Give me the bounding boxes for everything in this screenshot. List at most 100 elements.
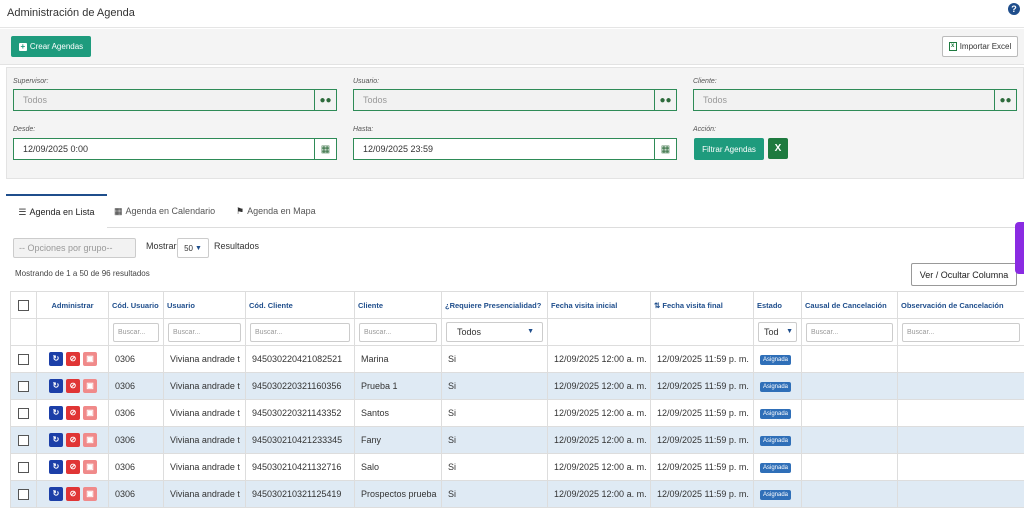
users-icon[interactable]: ●● bbox=[315, 89, 337, 111]
page-size-select[interactable]: 50 ▼ bbox=[177, 238, 209, 258]
question-circle-icon[interactable]: ? bbox=[1008, 3, 1020, 15]
supervisor-label: Supervisor: bbox=[13, 78, 49, 85]
search-input[interactable]: Buscar... bbox=[359, 322, 437, 342]
cell-estado: Asignada bbox=[753, 453, 802, 481]
row-select-cell bbox=[10, 372, 37, 400]
column-header[interactable]: Estado bbox=[753, 291, 802, 319]
trash-icon[interactable]: ▣ bbox=[83, 487, 97, 501]
excel-export-icon[interactable]: X bbox=[768, 138, 788, 159]
group-options-select[interactable]: -- Opciones por grupo-- bbox=[13, 238, 136, 258]
search-input[interactable]: Buscar... bbox=[250, 322, 350, 342]
hasta-field[interactable]: 12/09/2025 23:59 bbox=[353, 138, 655, 160]
table-row: ↻ ⊘ ▣ 0306 Viviana andrade t 9450302104212333… bbox=[10, 426, 1024, 454]
cell-fecha-inicial: 12/09/2025 12:00 a. m. bbox=[547, 453, 651, 481]
crear-agendas-label: Crear Agendas bbox=[29, 42, 84, 51]
cell-usuario: Viviana andrade t bbox=[163, 372, 246, 400]
cell-causal bbox=[801, 453, 898, 481]
column-header[interactable]: Cód. Usuario bbox=[108, 291, 164, 319]
row-checkbox[interactable] bbox=[18, 380, 29, 392]
cell-usuario: Viviana andrade t bbox=[163, 480, 246, 508]
column-header[interactable]: Cliente bbox=[354, 291, 442, 319]
row-checkbox[interactable] bbox=[18, 488, 29, 500]
trash-icon[interactable]: ▣ bbox=[83, 406, 97, 420]
users-icon[interactable]: ●● bbox=[995, 89, 1017, 111]
refresh-icon[interactable]: ↻ bbox=[49, 433, 63, 447]
refresh-icon[interactable]: ↻ bbox=[49, 460, 63, 474]
empty-cell bbox=[547, 318, 651, 346]
status-badge: Asignada bbox=[760, 355, 792, 365]
status-badge: Asignada bbox=[760, 490, 792, 500]
cell-cliente: Fany bbox=[354, 426, 442, 454]
search-row: Buscar... Buscar... Buscar... Buscar... … bbox=[10, 318, 1024, 346]
search-input[interactable]: Buscar... bbox=[113, 322, 159, 342]
cell-cod-cliente: 945030220421082521 bbox=[245, 345, 355, 373]
tab-agenda-lista[interactable]: ☰ Agenda en Lista bbox=[6, 194, 107, 228]
tab-agenda-calendario[interactable]: ▦ Agenda en Calendario bbox=[114, 194, 215, 228]
calendar-icon: ▦ bbox=[114, 205, 123, 216]
column-header[interactable]: Causal de Cancelación bbox=[801, 291, 898, 319]
refresh-icon[interactable]: ↻ bbox=[49, 379, 63, 393]
column-header[interactable]: Usuario bbox=[163, 291, 246, 319]
cell-cod-cliente: 945030210421233345 bbox=[245, 426, 355, 454]
column-header[interactable]: Observación de Cancelación bbox=[897, 291, 1024, 319]
search-cell: Tod ▼ bbox=[753, 318, 802, 346]
cell-cliente: Santos bbox=[354, 399, 442, 427]
cliente-field[interactable]: Todos bbox=[693, 89, 995, 111]
cancel-icon[interactable]: ⊘ bbox=[66, 433, 80, 447]
cancel-icon[interactable]: ⊘ bbox=[66, 406, 80, 420]
row-checkbox[interactable] bbox=[18, 407, 29, 419]
cell-usuario: Viviana andrade t bbox=[163, 345, 246, 373]
cancel-icon[interactable]: ⊘ bbox=[66, 460, 80, 474]
column-header-sort[interactable]: ⇅ Fecha visita final bbox=[650, 291, 754, 319]
cancel-icon[interactable]: ⊘ bbox=[66, 352, 80, 366]
select-all-checkbox[interactable] bbox=[18, 299, 29, 311]
estado-filter[interactable]: Tod ▼ bbox=[758, 322, 797, 342]
caret-down-icon: ▼ bbox=[786, 328, 793, 335]
excel-file-icon: x bbox=[948, 42, 957, 51]
supervisor-field[interactable]: Todos bbox=[13, 89, 315, 111]
search-input[interactable]: Buscar... bbox=[902, 322, 1020, 342]
row-checkbox[interactable] bbox=[18, 353, 29, 365]
trash-icon[interactable]: ▣ bbox=[83, 352, 97, 366]
table-row: ↻ ⊘ ▣ 0306 Viviana andrade t 9450302104211327… bbox=[10, 453, 1024, 481]
column-header: Fecha visita final bbox=[662, 300, 723, 310]
column-header[interactable]: Administrar bbox=[36, 291, 109, 319]
list-icon: ☰ bbox=[18, 206, 27, 217]
column-header[interactable]: Fecha visita inicial bbox=[547, 291, 651, 319]
row-checkbox[interactable] bbox=[18, 434, 29, 446]
cell-presencialidad: Si bbox=[441, 345, 548, 373]
empty-cell bbox=[650, 318, 754, 346]
cell-causal bbox=[801, 399, 898, 427]
presencialidad-filter[interactable]: Todos ▼ bbox=[446, 322, 543, 342]
cell-fecha-final: 12/09/2025 11:59 p. m. bbox=[650, 426, 754, 454]
column-header[interactable]: Cód. Cliente bbox=[245, 291, 355, 319]
usuario-field[interactable]: Todos bbox=[353, 89, 655, 111]
refresh-icon[interactable]: ↻ bbox=[49, 352, 63, 366]
cancel-icon[interactable]: ⊘ bbox=[66, 379, 80, 393]
crear-agendas-button[interactable]: + Crear Agendas bbox=[11, 36, 91, 57]
importar-excel-button[interactable]: x Importar Excel bbox=[942, 36, 1018, 57]
usuario-label: Usuario: bbox=[353, 78, 380, 85]
search-input[interactable]: Buscar... bbox=[168, 322, 241, 342]
refresh-icon[interactable]: ↻ bbox=[49, 487, 63, 501]
desde-field[interactable]: 12/09/2025 0:00 bbox=[13, 138, 315, 160]
row-checkbox[interactable] bbox=[18, 461, 29, 473]
trash-icon[interactable]: ▣ bbox=[83, 460, 97, 474]
search-input[interactable]: Buscar... bbox=[806, 322, 893, 342]
cancel-icon[interactable]: ⊘ bbox=[66, 487, 80, 501]
toggle-columns-button[interactable]: Ver / Ocultar Columna bbox=[911, 263, 1017, 286]
trash-icon[interactable]: ▣ bbox=[83, 433, 97, 447]
trash-icon[interactable]: ▣ bbox=[83, 379, 97, 393]
users-icon[interactable]: ●● bbox=[655, 89, 677, 111]
tab-agenda-mapa[interactable]: ⚑ Agenda en Mapa bbox=[236, 194, 316, 228]
cell-estado: Asignada bbox=[753, 345, 802, 373]
calendar-icon[interactable]: ▦ bbox=[655, 138, 677, 160]
filtrar-agendas-button[interactable]: Filtrar Agendas bbox=[694, 138, 764, 160]
column-header[interactable]: ¿Requiere Presencialidad? bbox=[441, 291, 548, 319]
side-panel-tab[interactable] bbox=[1015, 222, 1024, 274]
cell-presencialidad: Si bbox=[441, 372, 548, 400]
cell-cliente: Marina bbox=[354, 345, 442, 373]
table-header-row: Administrar Cód. Usuario Usuario Cód. Cl… bbox=[10, 291, 1024, 319]
calendar-icon[interactable]: ▦ bbox=[315, 138, 337, 160]
refresh-icon[interactable]: ↻ bbox=[49, 406, 63, 420]
